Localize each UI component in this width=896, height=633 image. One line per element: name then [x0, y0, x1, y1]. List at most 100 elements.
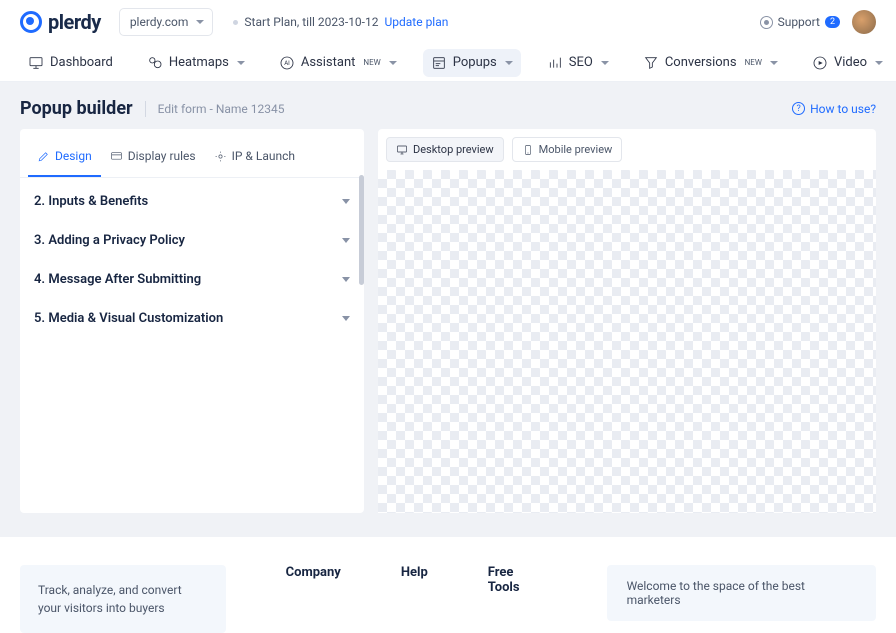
- rules-icon: [110, 150, 123, 163]
- desktop-preview-button[interactable]: Desktop preview: [386, 137, 504, 162]
- chevron-down-icon: [875, 61, 883, 65]
- tab-ip-launch[interactable]: IP & Launch: [205, 141, 304, 177]
- mobile-preview-label: Mobile preview: [539, 143, 613, 156]
- section-label: 4. Message After Submitting: [34, 272, 201, 287]
- footer-help-heading: Help: [401, 565, 428, 580]
- footer-free-tools-heading: Free Tools: [488, 565, 547, 595]
- brush-icon: [37, 150, 50, 163]
- preview-panel: Desktop preview Mobile preview: [378, 129, 876, 513]
- config-panel: Design Display rules IP & Launch 2. Inpu…: [20, 129, 364, 513]
- nav-video[interactable]: Video: [804, 49, 891, 77]
- section-label: 5. Media & Visual Customization: [34, 311, 223, 326]
- nav-video-label: Video: [834, 55, 867, 70]
- chevron-down-icon: [342, 199, 350, 204]
- footer-tagline-card: Track, analyze, and convert your visitor…: [20, 565, 226, 633]
- support-badge: 2: [825, 16, 840, 28]
- popup-icon: [431, 55, 447, 71]
- how-to-use-link[interactable]: ? How to use?: [792, 102, 876, 116]
- desktop-preview-label: Desktop preview: [413, 143, 494, 156]
- section-label: 3. Adding a Privacy Policy: [34, 233, 185, 248]
- scrollbar[interactable]: [359, 175, 364, 285]
- nav-assistant-badge: NEW: [363, 58, 380, 67]
- how-to-use-label: How to use?: [810, 102, 876, 116]
- workarea: Popup builder Edit form - Name 12345 ? H…: [0, 82, 896, 537]
- nav-conversions-badge: NEW: [745, 58, 762, 67]
- footer-tagline: Track, analyze, and convert your visitor…: [38, 583, 182, 615]
- domain-select[interactable]: plerdy.com: [119, 8, 214, 36]
- tab-design[interactable]: Design: [28, 141, 101, 177]
- heatmap-icon: [147, 55, 163, 71]
- nav-popups-label: Popups: [453, 55, 497, 70]
- config-tabs: Design Display rules IP & Launch: [20, 129, 364, 178]
- update-plan-link[interactable]: Update plan: [384, 15, 448, 29]
- question-icon: ?: [792, 102, 805, 115]
- footer-promo: Welcome to the space of the best markete…: [607, 565, 876, 621]
- support-icon: [760, 16, 773, 29]
- ai-icon: AI: [279, 55, 295, 71]
- section-message-after-submitting[interactable]: 4. Message After Submitting: [28, 260, 356, 299]
- section-media-visual[interactable]: 5. Media & Visual Customization: [28, 299, 356, 338]
- mobile-preview-button[interactable]: Mobile preview: [512, 137, 623, 162]
- footer-col-free-tools: Free Tools: [488, 565, 547, 605]
- plan-status-dot-icon: [233, 20, 238, 25]
- chevron-down-icon: [389, 61, 397, 65]
- tab-display-rules-label: Display rules: [128, 149, 196, 163]
- logo-icon: [20, 11, 42, 33]
- brand-name: plerdy: [48, 10, 101, 34]
- nav-popups[interactable]: Popups: [423, 49, 521, 77]
- chevron-down-icon: [770, 61, 778, 65]
- topbar-right: Support 2: [760, 10, 876, 34]
- funnel-icon: [643, 55, 659, 71]
- page-title: Popup builder: [20, 98, 133, 119]
- chevron-down-icon: [342, 316, 350, 321]
- footer-company-heading: Company: [286, 565, 341, 580]
- nav-seo-label: SEO: [569, 55, 593, 70]
- preview-bar: Desktop preview Mobile preview: [378, 129, 876, 170]
- main-nav: Dashboard Heatmaps AI Assistant NEW Popu…: [0, 44, 896, 82]
- panels: Design Display rules IP & Launch 2. Inpu…: [20, 129, 876, 513]
- nav-heatmaps-label: Heatmaps: [169, 55, 229, 70]
- monitor-icon: [28, 55, 44, 71]
- brand-logo[interactable]: plerdy: [20, 10, 101, 34]
- breadcrumb: Edit form - Name 12345: [158, 102, 285, 116]
- chevron-down-icon: [342, 277, 350, 282]
- topbar: plerdy plerdy.com Start Plan, till 2023-…: [0, 0, 896, 44]
- tab-ip-launch-label: IP & Launch: [232, 149, 295, 163]
- mobile-icon: [522, 144, 534, 156]
- plan-info: Start Plan, till 2023-10-12 Update plan: [233, 15, 448, 29]
- support-label: Support: [778, 15, 820, 29]
- chevron-down-icon: [342, 238, 350, 243]
- section-inputs-benefits[interactable]: 2. Inputs & Benefits: [28, 182, 356, 221]
- nav-conversions[interactable]: Conversions NEW: [635, 49, 786, 77]
- footer-col-help: Help: [401, 565, 428, 590]
- page-header: Popup builder Edit form - Name 12345 ? H…: [20, 98, 876, 119]
- chevron-down-icon: [505, 61, 513, 65]
- footer-promo-text: Welcome to the space of the best markete…: [627, 579, 805, 607]
- nav-dashboard[interactable]: Dashboard: [20, 49, 121, 77]
- nav-assistant[interactable]: AI Assistant NEW: [271, 49, 405, 77]
- nav-conversions-label: Conversions: [665, 55, 737, 70]
- section-privacy-policy[interactable]: 3. Adding a Privacy Policy: [28, 221, 356, 260]
- tab-design-label: Design: [55, 149, 92, 163]
- video-icon: [812, 55, 828, 71]
- footer-col-company: Company: [286, 565, 341, 590]
- footer: Track, analyze, and convert your visitor…: [0, 537, 896, 633]
- chevron-down-icon: [237, 61, 245, 65]
- launch-icon: [214, 150, 227, 163]
- support-link[interactable]: Support 2: [760, 15, 840, 29]
- section-label: 2. Inputs & Benefits: [34, 194, 148, 209]
- divider: [145, 101, 146, 117]
- avatar[interactable]: [852, 10, 876, 34]
- preview-canvas: [378, 170, 876, 513]
- nav-heatmaps[interactable]: Heatmaps: [139, 49, 253, 77]
- plan-text: Start Plan, till 2023-10-12: [244, 15, 378, 29]
- config-sections: 2. Inputs & Benefits 3. Adding a Privacy…: [20, 178, 364, 342]
- tab-display-rules[interactable]: Display rules: [101, 141, 205, 177]
- nav-dashboard-label: Dashboard: [50, 55, 113, 70]
- nav-seo[interactable]: SEO: [539, 49, 617, 77]
- desktop-icon: [396, 144, 408, 156]
- domain-select-value: plerdy.com: [130, 15, 189, 29]
- nav-assistant-label: Assistant: [301, 55, 356, 70]
- chevron-down-icon: [601, 61, 609, 65]
- seo-icon: [547, 55, 563, 71]
